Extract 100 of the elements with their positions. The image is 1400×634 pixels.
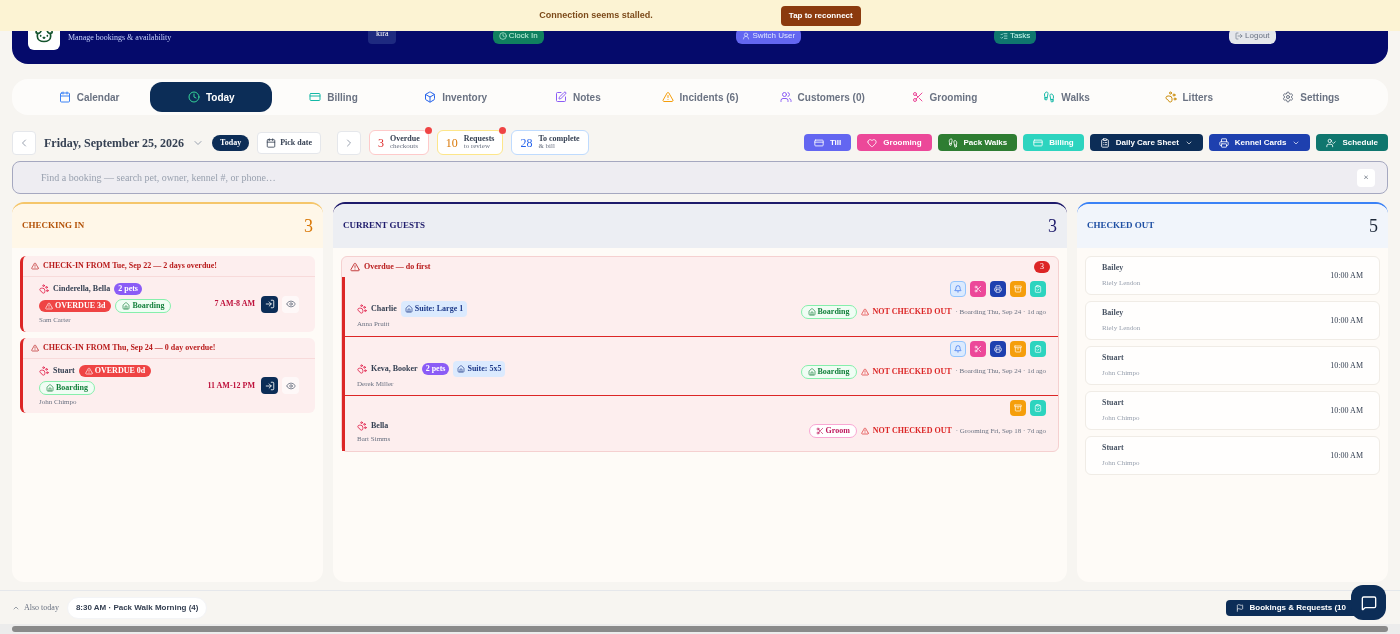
calendar-icon: [58, 91, 71, 103]
reconnect-button[interactable]: Tap to reconnect: [780, 5, 861, 26]
pet-name: Stuart: [1102, 352, 1125, 365]
clipboard-icon: [1034, 344, 1042, 353]
warning-icon: [661, 91, 674, 103]
clear-button[interactable]: ×: [1357, 168, 1375, 187]
warning-icon: [860, 308, 869, 316]
nav-tab[interactable]: Incidents (6): [638, 82, 762, 112]
toolbar-button[interactable]: Pack Walks: [937, 134, 1018, 151]
status-text: NOT CHECKED OUT: [872, 365, 952, 378]
checkout-time: 10:00 AM: [1330, 269, 1363, 282]
login-icon: [264, 299, 275, 310]
overdue-badge: OVERDUE 0d: [78, 364, 152, 377]
service-tag: Boarding: [800, 364, 857, 379]
login-icon: [264, 380, 275, 391]
service-tag: Groom: [808, 424, 857, 438]
pet-name: Bailey: [1102, 307, 1125, 320]
status-text: NOT CHECKED OUT: [872, 425, 952, 437]
footprints-icon: [1043, 91, 1056, 103]
action-button[interactable]: [990, 340, 1006, 357]
pet-name: Bella: [371, 420, 389, 432]
action-button[interactable]: [990, 281, 1006, 297]
pick-date-button[interactable]: Pick date: [257, 131, 321, 154]
time-range: 11 AM-12 PM: [207, 379, 255, 392]
nav-tab[interactable]: Walks: [1005, 82, 1128, 112]
overdue-badge: OVERDUE 3d: [39, 300, 112, 312]
house-icon: [404, 305, 413, 313]
panel-title: CHECKED OUT: [1087, 219, 1155, 233]
warning-icon: [45, 302, 53, 310]
overdue-message: CHECK-IN FROM Tue, Sep 22 — 2 days overdue!: [43, 260, 217, 272]
toolbar-button[interactable]: Grooming: [857, 134, 932, 151]
warning-icon: [350, 262, 360, 272]
nav-tab[interactable]: Billing: [272, 82, 395, 112]
footprints-icon: [947, 137, 958, 148]
checkout-time: 10:00 AM: [1330, 314, 1363, 327]
nav-tab[interactable]: Notes: [516, 82, 639, 112]
toolbar-button[interactable]: Kennel Cards: [1208, 134, 1311, 151]
banner-message: Connection seems stalled.: [539, 8, 653, 22]
service-tag: Boarding: [115, 299, 172, 313]
users-icon: [779, 91, 792, 103]
card-icon: [309, 91, 322, 103]
paw-icon: [39, 284, 49, 294]
toolbar-button[interactable]: Till: [803, 134, 852, 151]
nav-tab[interactable]: Today: [150, 82, 273, 112]
time-range: 7 AM-8 AM: [214, 298, 255, 311]
scissors-icon: [974, 285, 982, 293]
pet-name: Stuart: [53, 364, 75, 377]
pet-name: Cinderella, Bella: [53, 283, 111, 295]
event-chip[interactable]: 8:30 AM · Pack Walk Morning (4): [66, 596, 208, 619]
pet-name: Stuart: [1102, 397, 1125, 410]
bell-icon: [954, 344, 962, 353]
chat-button[interactable]: [1351, 585, 1386, 620]
date-label[interactable]: Friday, September 25, 2026: [44, 133, 185, 152]
nav-tab[interactable]: Settings: [1249, 82, 1373, 112]
header-subtitle: Manage bookings & availability: [68, 32, 173, 44]
search-field[interactable]: Find a booking — search pet, owner, kennel #, or phone… ×: [12, 161, 1388, 194]
user-icon: [1326, 137, 1337, 148]
box-icon: [424, 91, 437, 103]
panel-title: CHECKING IN: [22, 219, 85, 233]
house-icon: [46, 383, 54, 392]
previous-day-button[interactable]: [12, 130, 36, 155]
also-today-toggle[interactable]: Also today: [12, 601, 59, 614]
nav-tab[interactable]: Inventory: [394, 82, 517, 112]
paw-icon: [357, 304, 367, 314]
panel-count: 3: [304, 214, 313, 238]
paw-icon: [357, 421, 367, 431]
nav-tab[interactable]: Grooming: [883, 82, 1006, 112]
today-button[interactable]: Today: [212, 134, 250, 151]
nav-tab[interactable]: Litters: [1127, 82, 1250, 112]
pencil-icon: [554, 91, 567, 103]
scissors-icon: [911, 91, 924, 103]
check-in-button[interactable]: [261, 295, 278, 313]
nav-tab[interactable]: Calendar: [28, 82, 151, 112]
pet-name: Keva, Booker: [371, 362, 418, 375]
card-icon: [1033, 137, 1044, 148]
clipboard-icon: [1099, 137, 1110, 148]
card-icon: [813, 137, 824, 148]
bell-icon: [954, 285, 962, 293]
paw-icon: [357, 363, 367, 374]
overdue-message: CHECK-IN FROM Thu, Sep 24 — 0 day overdue!: [43, 341, 216, 354]
next-day-button[interactable]: [336, 130, 361, 155]
panel-title: CURRENT GUESTS: [343, 219, 426, 233]
eye-icon: [285, 299, 296, 310]
house-icon: [457, 364, 466, 373]
checkout-time: 10:00 AM: [1330, 404, 1363, 417]
archive-icon: [1014, 344, 1022, 353]
suite-tag: Suite: Large 1: [400, 301, 468, 317]
suite-tag: Suite: 5x5: [453, 360, 506, 377]
toolbar-button[interactable]: Schedule: [1316, 134, 1388, 151]
status-text: NOT CHECKED OUT: [872, 306, 952, 318]
nav-tab[interactable]: Customers (0): [761, 82, 884, 112]
paw-icon: [1164, 91, 1177, 103]
clipboard-icon: [1034, 285, 1042, 293]
horizontal-scrollbar[interactable]: [0, 624, 1400, 634]
settings-icon: [1282, 91, 1295, 103]
printer-icon: [994, 285, 1002, 293]
clipboard-icon: [1034, 404, 1042, 412]
toolbar-button[interactable]: Daily Care Sheet: [1089, 134, 1203, 151]
paw-icon: [39, 365, 49, 376]
check-in-button[interactable]: [261, 377, 278, 395]
